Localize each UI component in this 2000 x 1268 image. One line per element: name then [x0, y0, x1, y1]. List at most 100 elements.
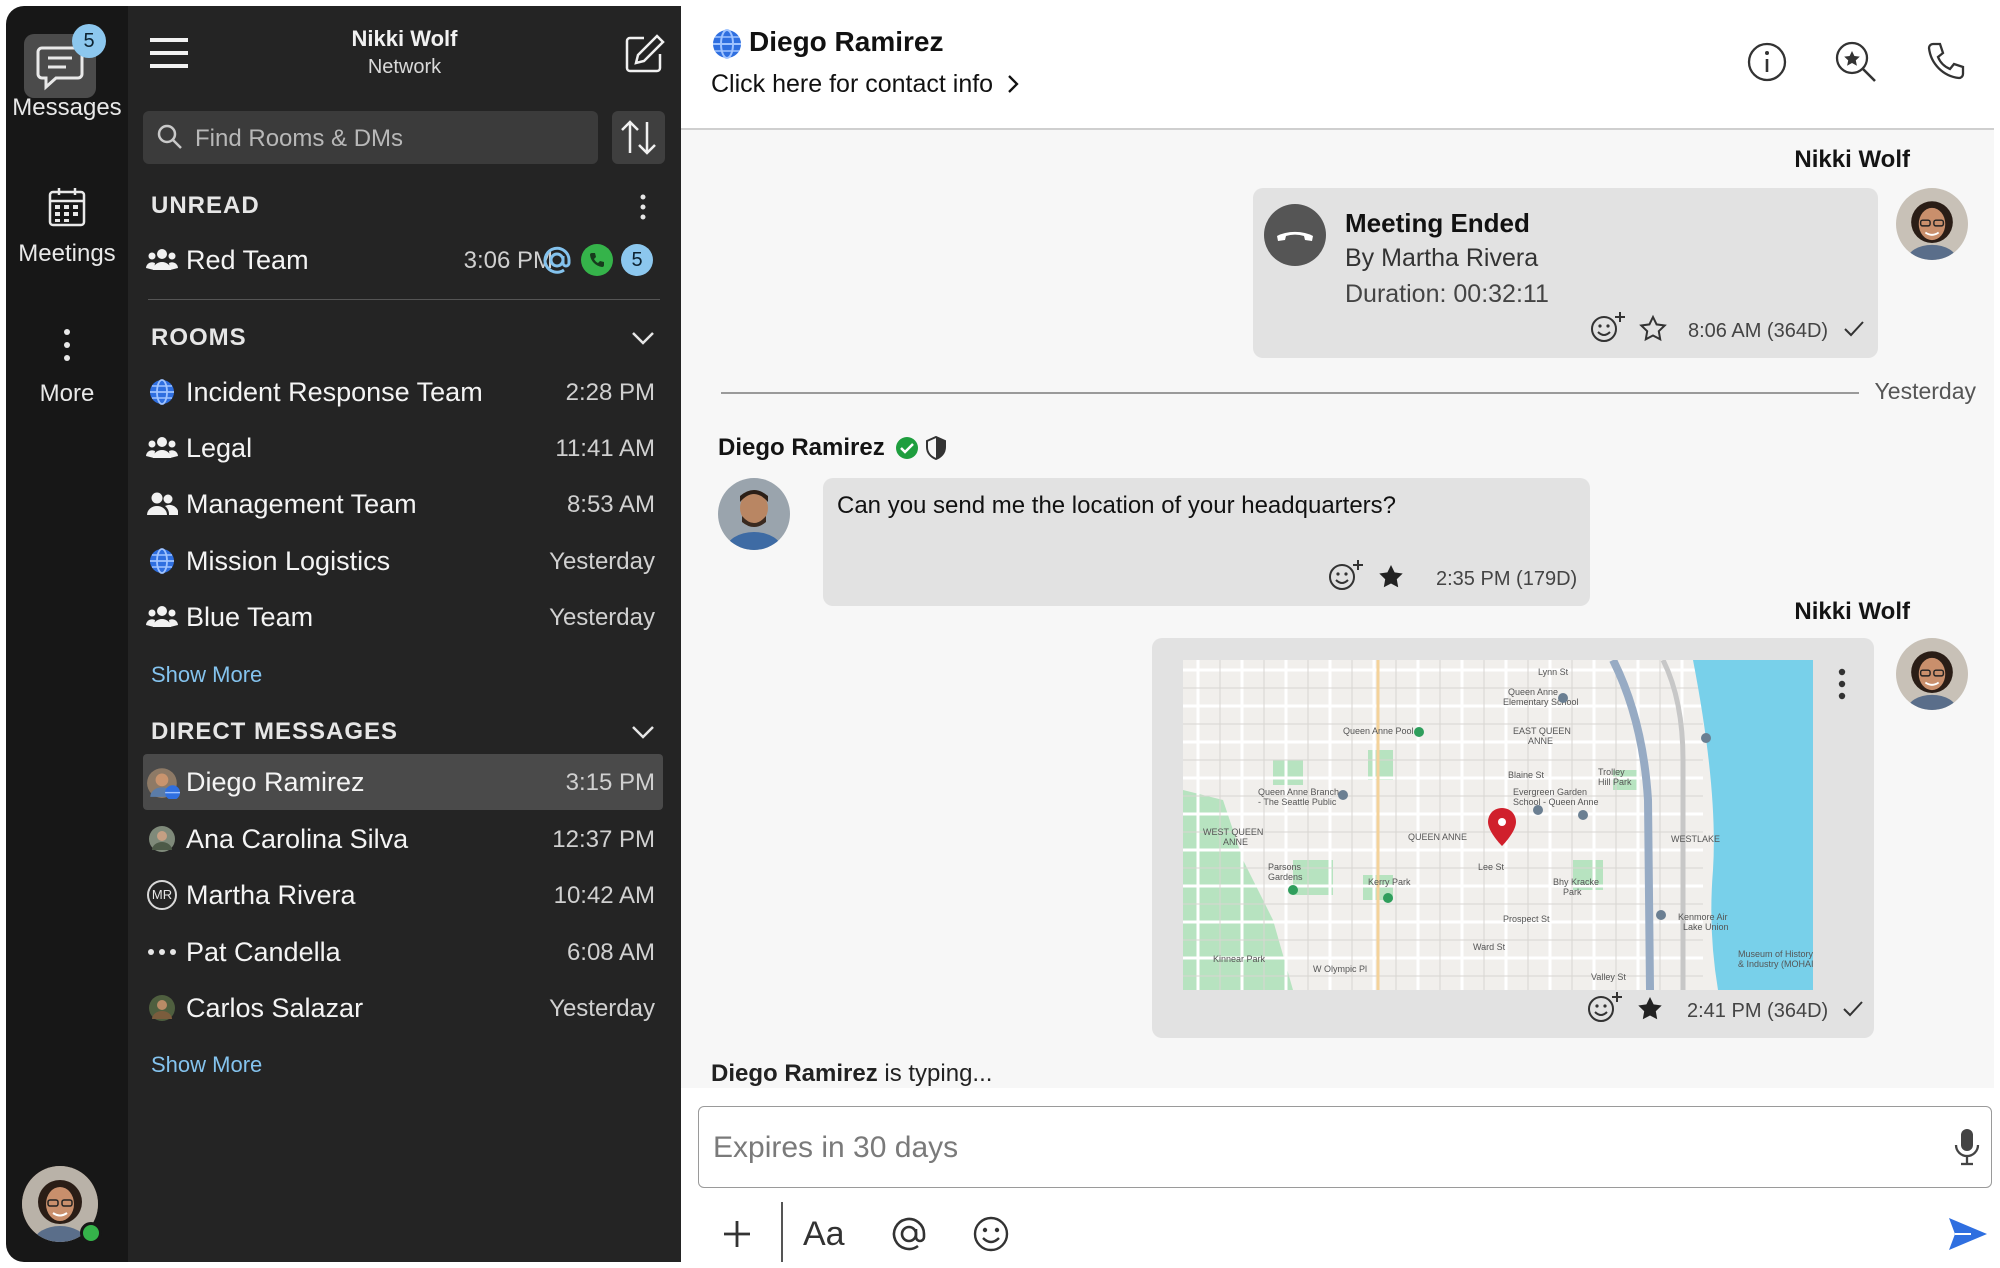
meeting-ended-card: Meeting Ended By Martha Rivera Duration:…	[1253, 188, 1878, 358]
emoji-icon[interactable]	[971, 1212, 1011, 1256]
conversation-sidebar: Nikki Wolf Network Find Rooms & DMs UNRE…	[128, 6, 681, 1262]
profile-photo-icon	[718, 478, 790, 550]
group-icon	[146, 249, 178, 270]
profile-photo-icon	[1896, 638, 1968, 710]
meeting-duration: Duration: 00:32:11	[1345, 280, 1549, 308]
dm-item-diego-ramirez[interactable]: Diego Ramirez 3:15 PM	[143, 754, 663, 810]
svg-text:Lee St: Lee St	[1478, 862, 1505, 872]
sender-avatar[interactable]	[1896, 638, 1968, 710]
svg-text:QUEEN ANNE: QUEEN ANNE	[1408, 832, 1467, 842]
svg-text:Museum of History: Museum of History	[1738, 949, 1813, 959]
phone-icon[interactable]	[1921, 38, 1969, 86]
search-input[interactable]: Find Rooms & DMs	[143, 111, 598, 164]
sort-button[interactable]	[612, 111, 665, 164]
sender-avatar[interactable]	[718, 478, 790, 550]
contact-avatar-icon	[149, 826, 175, 852]
dm-item[interactable]: Ana Carolina Silva 12:37 PM	[143, 811, 663, 867]
app-rail: 5 Messages Meetings More	[6, 6, 128, 1262]
message-timestamp: 2:41 PM (364D)	[1687, 1000, 1829, 1022]
globe-icon	[150, 379, 174, 405]
svg-text:EAST QUEEN: EAST QUEEN	[1513, 726, 1571, 736]
contact-info-link[interactable]: Click here for contact info	[711, 70, 1020, 99]
sidebar-user-subtitle: Network	[367, 56, 442, 78]
more-rail-button[interactable]: More	[6, 328, 128, 408]
message-sender: Nikki Wolf	[1794, 146, 1910, 173]
add-reaction-icon[interactable]	[1586, 990, 1626, 1024]
messages-rail-label[interactable]: Messages	[6, 94, 128, 122]
shield-icon	[926, 436, 946, 460]
group-icon	[146, 437, 178, 458]
room-item[interactable]: Blue Team Yesterday	[143, 589, 663, 645]
vertical-dots-icon	[64, 329, 70, 361]
dm-item[interactable]: Carlos Salazar Yesterday	[143, 980, 663, 1036]
search-icon	[157, 124, 182, 149]
dm-section-header: DIRECT MESSAGES	[151, 718, 399, 745]
rooms-show-more-link[interactable]: Show More	[151, 662, 262, 688]
svg-text:Queen Anne Pool: Queen Anne Pool	[1343, 726, 1414, 736]
date-separator-line	[721, 392, 1859, 394]
message-text: Can you send me the location of your hea…	[837, 492, 1397, 519]
message-sender: Nikki Wolf	[1794, 598, 1910, 625]
svg-text:& Industry (MOHAI): & Industry (MOHAI)	[1738, 959, 1813, 969]
attach-plus-icon[interactable]	[719, 1212, 755, 1256]
svg-text:WESTLAKE: WESTLAKE	[1671, 834, 1720, 844]
compose-icon[interactable]	[624, 32, 666, 74]
svg-text:Queen Anne Branch: Queen Anne Branch	[1258, 787, 1339, 797]
contact-avatar-icon	[149, 995, 175, 1021]
add-reaction-icon[interactable]	[1589, 310, 1629, 344]
svg-text:Blaine St: Blaine St	[1508, 770, 1545, 780]
svg-text:Kinnear Park: Kinnear Park	[1213, 954, 1266, 964]
checkmark-icon	[1843, 1001, 1863, 1017]
dm-item[interactable]: MR Martha Rivera 10:42 AM	[143, 867, 663, 923]
message-bubble: Can you send me the location of your hea…	[823, 478, 1590, 606]
initials-avatar: MR	[147, 880, 177, 910]
horizontal-dots-icon	[148, 949, 176, 955]
mention-icon	[543, 246, 571, 274]
send-icon[interactable]	[1947, 1212, 1989, 1256]
text-format-button[interactable]: Aa	[803, 1212, 845, 1256]
mention-icon[interactable]	[889, 1212, 929, 1256]
svg-text:Lynn St: Lynn St	[1538, 667, 1569, 677]
unread-room-red-team[interactable]: Red Team 3:06 PM 5	[143, 232, 663, 288]
unread-count-badge: 5	[621, 244, 653, 276]
svg-text:Trolley: Trolley	[1598, 767, 1625, 777]
dm-item[interactable]: Pat Candella 6:08 AM	[143, 924, 663, 980]
location-message-card: EAST QUEEN ANNE Queen Anne Pool QUEEN ANN…	[1152, 638, 1874, 1038]
svg-text:- The Seattle Public: - The Seattle Public	[1258, 797, 1337, 807]
svg-text:Gardens: Gardens	[1268, 872, 1303, 882]
room-item[interactable]: Management Team 8:53 AM	[143, 476, 663, 532]
info-icon[interactable]	[1743, 38, 1791, 86]
profile-photo-icon	[1896, 188, 1968, 260]
chevron-down-icon[interactable]	[631, 724, 655, 740]
chevron-down-icon[interactable]	[631, 330, 655, 346]
message-input[interactable]: Expires in 30 days	[698, 1106, 1992, 1188]
star-outline-icon[interactable]	[1638, 314, 1668, 344]
microphone-icon[interactable]	[1953, 1127, 1981, 1167]
star-filled-icon[interactable]	[1635, 994, 1665, 1024]
star-filled-icon[interactable]	[1376, 562, 1406, 592]
contact-avatar-icon	[147, 768, 180, 799]
meetings-rail-button[interactable]: Meetings	[6, 186, 128, 268]
sort-arrows-icon	[621, 120, 656, 155]
svg-text:Parsons: Parsons	[1268, 862, 1302, 872]
vertical-dots-icon[interactable]	[1837, 668, 1847, 700]
meeting-title: Meeting Ended	[1345, 208, 1530, 238]
room-item[interactable]: Legal 11:41 AM	[143, 420, 663, 476]
chevron-right-icon	[1008, 75, 1019, 93]
globe-icon	[150, 548, 174, 574]
svg-text:School - Queen Anne: School - Queen Anne	[1513, 797, 1599, 807]
room-item[interactable]: Incident Response Team 2:28 PM	[143, 364, 663, 420]
sender-avatar[interactable]	[1896, 188, 1968, 260]
room-item[interactable]: Mission Logistics Yesterday	[143, 533, 663, 589]
unread-section-header: UNREAD	[151, 192, 260, 219]
unread-options-icon[interactable]	[639, 194, 647, 220]
search-starred-icon[interactable]	[1831, 38, 1879, 86]
svg-text:Evergreen Garden: Evergreen Garden	[1513, 787, 1587, 797]
svg-text:Hill Park: Hill Park	[1598, 777, 1632, 787]
location-map[interactable]: EAST QUEENANNE Queen Anne Pool QUEEN ANN…	[1183, 660, 1813, 990]
add-reaction-icon[interactable]	[1327, 558, 1367, 592]
conversation-header: Diego Ramirez Click here for contact inf…	[681, 6, 1994, 130]
contact-name: Diego Ramirez	[749, 26, 944, 57]
rooms-section-header: ROOMS	[151, 324, 247, 351]
dm-show-more-link[interactable]: Show More	[151, 1052, 262, 1078]
